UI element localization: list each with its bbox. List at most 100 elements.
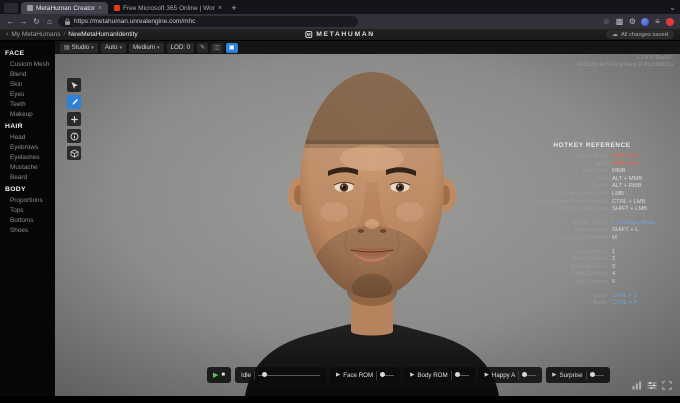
sidebar-item-teeth[interactable]: Teeth (0, 99, 55, 109)
chevron-down-icon: ▾ (91, 44, 94, 51)
panels-toggle-button[interactable]: ◫ (211, 42, 223, 53)
breadcrumb: ‹ My MetaHumans / NewMetaHumanIdentity (6, 31, 138, 38)
slider-knob[interactable] (522, 372, 528, 377)
clip-play-icon[interactable]: ▶ (552, 372, 556, 378)
back-icon[interactable]: ← (6, 17, 15, 26)
studio-dropdown[interactable]: ▤ Studio ▾ (60, 42, 98, 53)
debug-info: 3 1 A 9795p937 9R8115p RoS sFca Daca 074… (577, 55, 673, 69)
sidebar-item-eyelashes[interactable]: Eyelashes (0, 152, 55, 162)
play-button[interactable]: ▶ (213, 371, 218, 379)
sidebar-item-proportions[interactable]: Proportions (0, 195, 55, 205)
expand-icon[interactable] (662, 381, 672, 390)
new-tab-button[interactable]: + (228, 2, 240, 14)
select-tool-button[interactable] (67, 78, 81, 92)
quality-dropdown[interactable]: Medium ▾ (128, 42, 164, 53)
clip-pill-happy-a[interactable]: ▶ Happy A (478, 367, 543, 383)
clip-pill-face-rom[interactable]: ▶ Face ROM (330, 367, 401, 383)
hotkey-group-camera-nav: Focus Point RMB Click Orbit RMB Hold Pan/O… (516, 153, 668, 214)
clay-render-button[interactable] (67, 146, 81, 160)
sidebar-section-body: BODY (5, 186, 26, 193)
slider-knob[interactable] (261, 372, 267, 377)
forward-icon[interactable]: → (19, 17, 28, 26)
firefox-view-tab[interactable] (4, 3, 18, 13)
hotkey-title: HOTKEY REFERENCE (553, 142, 631, 149)
sidebar-item-skin[interactable]: Skin (0, 79, 55, 89)
hotkey-label: Focus Point (576, 153, 607, 159)
clip-slider[interactable] (454, 372, 469, 377)
clip-pill-body-rom[interactable]: ▶ Body ROM (404, 367, 475, 383)
hotkey-label: Reset Sculpt Point (559, 206, 607, 213)
app-header: ‹ My MetaHumans / NewMetaHumanIdentity M… (0, 29, 680, 41)
sidebar-item-tops[interactable]: Tops (0, 205, 55, 215)
extension-badge-icon[interactable] (666, 17, 674, 26)
settings-icon[interactable]: ⚙ (628, 17, 637, 26)
debug-line-1: 3 1 A 9795p937 (636, 55, 673, 61)
sidebar-item-blend[interactable]: Blend (0, 69, 55, 79)
clip-slider[interactable] (589, 372, 604, 377)
sculpt-tool-button[interactable] (67, 95, 81, 109)
list-all-tabs-icon[interactable]: ⌄ (669, 3, 676, 12)
hotkey-label: Reset Lights (574, 227, 607, 234)
clip-slider[interactable] (522, 372, 537, 377)
close-tab-icon[interactable]: × (98, 5, 102, 12)
hotkey-reference-panel: HOTKEY REFERENCE Focus Point RMB Click Or… (516, 142, 668, 314)
hotkey-label: Toggle Clay Render (556, 234, 607, 241)
hotkey-value: RMB Hold (612, 160, 639, 167)
metahuman-logo-mark: M (305, 31, 313, 38)
hotkey-label: Move Sculpt Point Forward (537, 198, 607, 205)
lod-indicator[interactable]: LOD: 0 (166, 42, 195, 53)
url-text: https://metahuman.unrealengine.com/mhc (74, 18, 196, 25)
edit-tool-button[interactable]: ✎ (197, 42, 209, 53)
cursor-icon (71, 81, 78, 89)
stop-button[interactable]: ■ (221, 372, 225, 378)
add-point-button[interactable] (67, 112, 81, 126)
chevron-down-icon: ▾ (119, 44, 122, 51)
hotkey-label: Pan (596, 175, 607, 182)
clip-play-icon[interactable]: ▶ (410, 372, 414, 378)
tab-metahuman[interactable]: MetaHuman Creator × (21, 2, 108, 14)
close-tab-icon[interactable]: × (218, 5, 222, 12)
viewport-3d[interactable]: 3 1 A 9795p937 9R8115p RoS sFca Daca 074… (55, 54, 680, 396)
reload-icon[interactable]: ↻ (32, 17, 41, 26)
sidebar-item-mustache[interactable]: Mustache (0, 162, 55, 172)
sidebar-item-head[interactable]: Head (0, 132, 55, 142)
sidebar-item-beard[interactable]: Beard (0, 172, 55, 182)
extensions-icon[interactable]: ▩ (615, 17, 624, 26)
tab-title: Free Microsoft 365 Online | Wor (122, 4, 215, 12)
menu-icon[interactable]: ≡ (653, 17, 662, 26)
bookmark-star-icon[interactable]: ☆ (602, 17, 611, 26)
slider-knob[interactable] (589, 372, 595, 377)
chevron-left-icon[interactable]: ‹ (6, 31, 8, 38)
clip-play-icon[interactable]: ▶ (336, 372, 340, 378)
sidebar-item-shoes[interactable]: Shoes (0, 225, 55, 235)
slider-knob[interactable] (454, 372, 460, 377)
clip-play-icon[interactable]: ▶ (485, 372, 489, 378)
account-avatar[interactable] (641, 17, 649, 26)
sidebar-item-bottoms[interactable]: Bottoms (0, 215, 55, 225)
clip-pill-idle[interactable]: Idle (235, 367, 326, 383)
url-input[interactable]: https://metahuman.unrealengine.com/mhc (58, 16, 358, 27)
sidebar-item-eyes[interactable]: Eyes (0, 89, 55, 99)
home-icon[interactable]: ⌂ (45, 17, 54, 26)
stats-icon[interactable] (632, 381, 642, 390)
preview-toggle-button[interactable]: ▣ (225, 42, 238, 53)
sidebar-section-hair: HAIR (5, 123, 23, 130)
sidebar-item-makeup[interactable]: Makeup (0, 109, 55, 119)
info-button[interactable] (67, 129, 81, 143)
quality-label: Medium (132, 44, 155, 51)
timeline-slider[interactable] (258, 372, 320, 377)
sidebar-item-custom-mesh[interactable]: Custom Mesh (0, 59, 55, 69)
sidebar-item-eyebrows[interactable]: Eyebrows (0, 142, 55, 152)
levels-icon[interactable] (647, 381, 657, 390)
tab-microsoft365[interactable]: Free Microsoft 365 Online | Wor × (108, 2, 228, 14)
lod-label: LOD: 0 (170, 44, 191, 51)
clip-pill-surprise[interactable]: ▶ Surprise (546, 367, 610, 383)
auto-dropdown[interactable]: Auto ▾ (100, 42, 126, 53)
hotkey-group-cameras: Face Camera 1 Body Camera 2 Torso Camera 3 … (516, 249, 668, 287)
plus-icon (70, 115, 78, 123)
metahuman-logo: M METAHUMAN (305, 31, 374, 38)
slider-knob[interactable] (380, 372, 386, 377)
divider (518, 370, 520, 380)
clip-slider[interactable] (380, 372, 395, 377)
breadcrumb-root[interactable]: My MetaHumans (11, 31, 60, 38)
